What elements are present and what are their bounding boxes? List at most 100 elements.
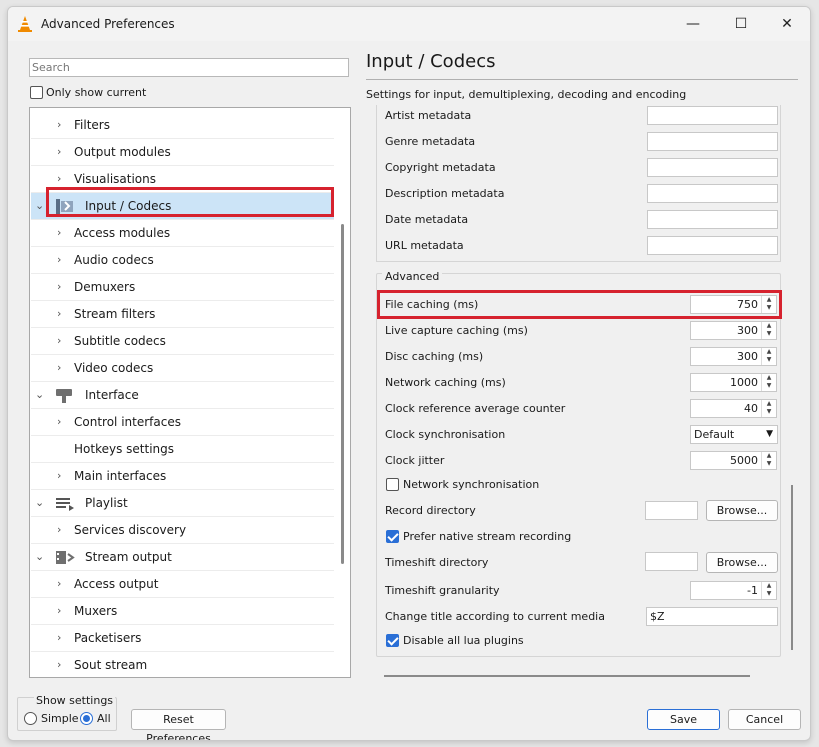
- chevron-right-icon[interactable]: ›: [57, 226, 61, 239]
- chevron-right-icon[interactable]: ›: [57, 658, 61, 671]
- live-capture-caching-spinbox[interactable]: 300 ▲ ▼: [690, 321, 777, 340]
- timeshift-granularity-spinbox[interactable]: -1 ▲ ▼: [690, 581, 777, 600]
- spin-arrows-icon[interactable]: ▲ ▼: [761, 400, 776, 417]
- description-metadata-input[interactable]: [647, 184, 778, 203]
- chevron-right-icon[interactable]: ›: [57, 253, 61, 266]
- tree-item-label: Stream filters: [74, 307, 156, 321]
- tree-item-label: Video codecs: [74, 361, 154, 375]
- tree-item-stream-output[interactable]: ⌄ Stream output: [31, 544, 334, 571]
- chevron-right-icon[interactable]: ›: [57, 280, 61, 293]
- chevron-right-icon[interactable]: ›: [57, 172, 61, 185]
- chevron-right-icon[interactable]: ›: [57, 361, 61, 374]
- tree-item-services-discovery[interactable]: › Services discovery: [31, 517, 334, 544]
- url-metadata-label: URL metadata: [385, 239, 464, 252]
- tree-item-video-codecs[interactable]: › Video codecs: [31, 355, 334, 382]
- network-caching-spinbox[interactable]: 1000 ▲ ▼: [690, 373, 777, 392]
- tree-item-audio-codecs[interactable]: › Audio codecs: [31, 247, 334, 274]
- chevron-right-icon[interactable]: ›: [57, 577, 61, 590]
- tree-item-sout-stream[interactable]: › Sout stream: [31, 652, 334, 677]
- chevron-right-icon[interactable]: ›: [57, 469, 61, 482]
- description-metadata-label: Description metadata: [385, 187, 505, 200]
- close-button[interactable]: ✕: [776, 13, 798, 35]
- chevron-right-icon[interactable]: ›: [57, 604, 61, 617]
- minimize-button[interactable]: —: [682, 13, 704, 35]
- spin-arrows-icon[interactable]: ▲ ▼: [761, 322, 776, 339]
- chevron-right-icon[interactable]: ›: [57, 334, 61, 347]
- simple-radio[interactable]: [24, 712, 37, 725]
- cancel-button[interactable]: Cancel: [728, 709, 801, 730]
- tree-item-filters[interactable]: › Filters: [31, 112, 334, 139]
- chevron-down-icon[interactable]: ⌄: [35, 496, 44, 509]
- spin-arrows-icon[interactable]: ▲ ▼: [761, 374, 776, 391]
- vlc-cone-icon: [18, 16, 32, 32]
- chevron-down-icon[interactable]: ⌄: [35, 388, 44, 401]
- artist-metadata-label: Artist metadata: [385, 109, 472, 122]
- tree-item-control-interfaces[interactable]: › Control interfaces: [31, 409, 334, 436]
- tree-item-label: Interface: [85, 388, 139, 402]
- url-metadata-input[interactable]: [647, 236, 778, 255]
- spin-arrows-icon[interactable]: ▲ ▼: [761, 348, 776, 365]
- prefer-native-checkbox[interactable]: [386, 530, 399, 543]
- tree-item-playlist[interactable]: ⌄ Playlist: [31, 490, 334, 517]
- tree-item-label: Visualisations: [74, 172, 157, 186]
- change-title-input[interactable]: $Z: [646, 607, 778, 626]
- clock-jitter-spinbox[interactable]: 5000 ▲ ▼: [690, 451, 777, 470]
- record-directory-input[interactable]: [645, 501, 698, 520]
- disable-lua-checkbox[interactable]: [386, 634, 399, 647]
- tree-item-packetisers[interactable]: › Packetisers: [31, 625, 334, 652]
- timeshift-browse-button[interactable]: Browse...: [706, 552, 778, 573]
- tree-item-main-interfaces[interactable]: › Main interfaces: [31, 463, 334, 490]
- genre-metadata-input[interactable]: [647, 132, 778, 151]
- maximize-button[interactable]: ☐: [730, 13, 752, 35]
- advanced-group-title: Advanced: [382, 270, 443, 283]
- search-input[interactable]: Search: [29, 58, 349, 77]
- genre-metadata-label: Genre metadata: [385, 135, 476, 148]
- timeshift-directory-input[interactable]: [645, 552, 698, 571]
- show-settings-label: Show settings: [34, 694, 116, 707]
- save-button[interactable]: Save: [647, 709, 720, 730]
- record-browse-button[interactable]: Browse...: [706, 500, 778, 521]
- tree-item-interface[interactable]: ⌄ Interface: [31, 382, 334, 409]
- chevron-down-icon[interactable]: ⌄: [35, 550, 44, 563]
- chevron-right-icon[interactable]: ›: [57, 307, 61, 320]
- tree-item-hotkeys-settings[interactable]: Hotkeys settings: [31, 436, 334, 463]
- all-radio[interactable]: [80, 712, 93, 725]
- spin-arrows-icon[interactable]: ▲ ▼: [761, 452, 776, 469]
- disc-caching-spinbox[interactable]: 300 ▲ ▼: [690, 347, 777, 366]
- page-description: Settings for input, demultiplexing, deco…: [366, 88, 687, 101]
- tree-item-access-modules[interactable]: › Access modules: [31, 220, 334, 247]
- tree-item-access-output[interactable]: › Access output: [31, 571, 334, 598]
- network-sync-checkbox[interactable]: [386, 478, 399, 491]
- tree-item-label: Output modules: [74, 145, 171, 159]
- chevron-down-icon[interactable]: ⌄: [35, 199, 44, 212]
- tree-item-output-modules[interactable]: › Output modules: [31, 139, 334, 166]
- only-show-current-checkbox[interactable]: [30, 86, 43, 99]
- tree-item-subtitle-codecs[interactable]: › Subtitle codecs: [31, 328, 334, 355]
- tree-item-label: Stream output: [85, 550, 172, 564]
- chevron-right-icon[interactable]: ›: [57, 118, 61, 131]
- panel-horizontal-scrollbar[interactable]: [384, 675, 750, 677]
- all-radio-label: All: [97, 712, 111, 725]
- tree-item-label: Subtitle codecs: [74, 334, 166, 348]
- record-directory-label: Record directory: [385, 504, 476, 517]
- tree-item-muxers[interactable]: › Muxers: [31, 598, 334, 625]
- clock-sync-dropdown[interactable]: Default ▼: [690, 425, 778, 444]
- tree-item-demuxers[interactable]: › Demuxers: [31, 274, 334, 301]
- spin-arrows-icon[interactable]: ▲ ▼: [761, 582, 776, 599]
- date-metadata-input[interactable]: [647, 210, 778, 229]
- chevron-right-icon[interactable]: ›: [57, 415, 61, 428]
- copyright-metadata-input[interactable]: [647, 158, 778, 177]
- chevron-right-icon[interactable]: ›: [57, 523, 61, 536]
- tree-item-label: Demuxers: [74, 280, 136, 294]
- preferences-window: Advanced Preferences — ☐ ✕ Search Only s…: [7, 6, 811, 741]
- panel-vertical-scrollbar[interactable]: [791, 485, 793, 650]
- tree-item-stream-filters[interactable]: › Stream filters: [31, 301, 334, 328]
- file-caching-highlight: [377, 290, 782, 319]
- tree-item-label: Audio codecs: [74, 253, 154, 267]
- reset-preferences-button[interactable]: Reset Preferences: [131, 709, 226, 740]
- chevron-right-icon[interactable]: ›: [57, 631, 61, 644]
- clock-reference-spinbox[interactable]: 40 ▲ ▼: [690, 399, 777, 418]
- tree-scrollbar[interactable]: [341, 224, 344, 564]
- artist-metadata-input[interactable]: [647, 106, 778, 125]
- chevron-right-icon[interactable]: ›: [57, 145, 61, 158]
